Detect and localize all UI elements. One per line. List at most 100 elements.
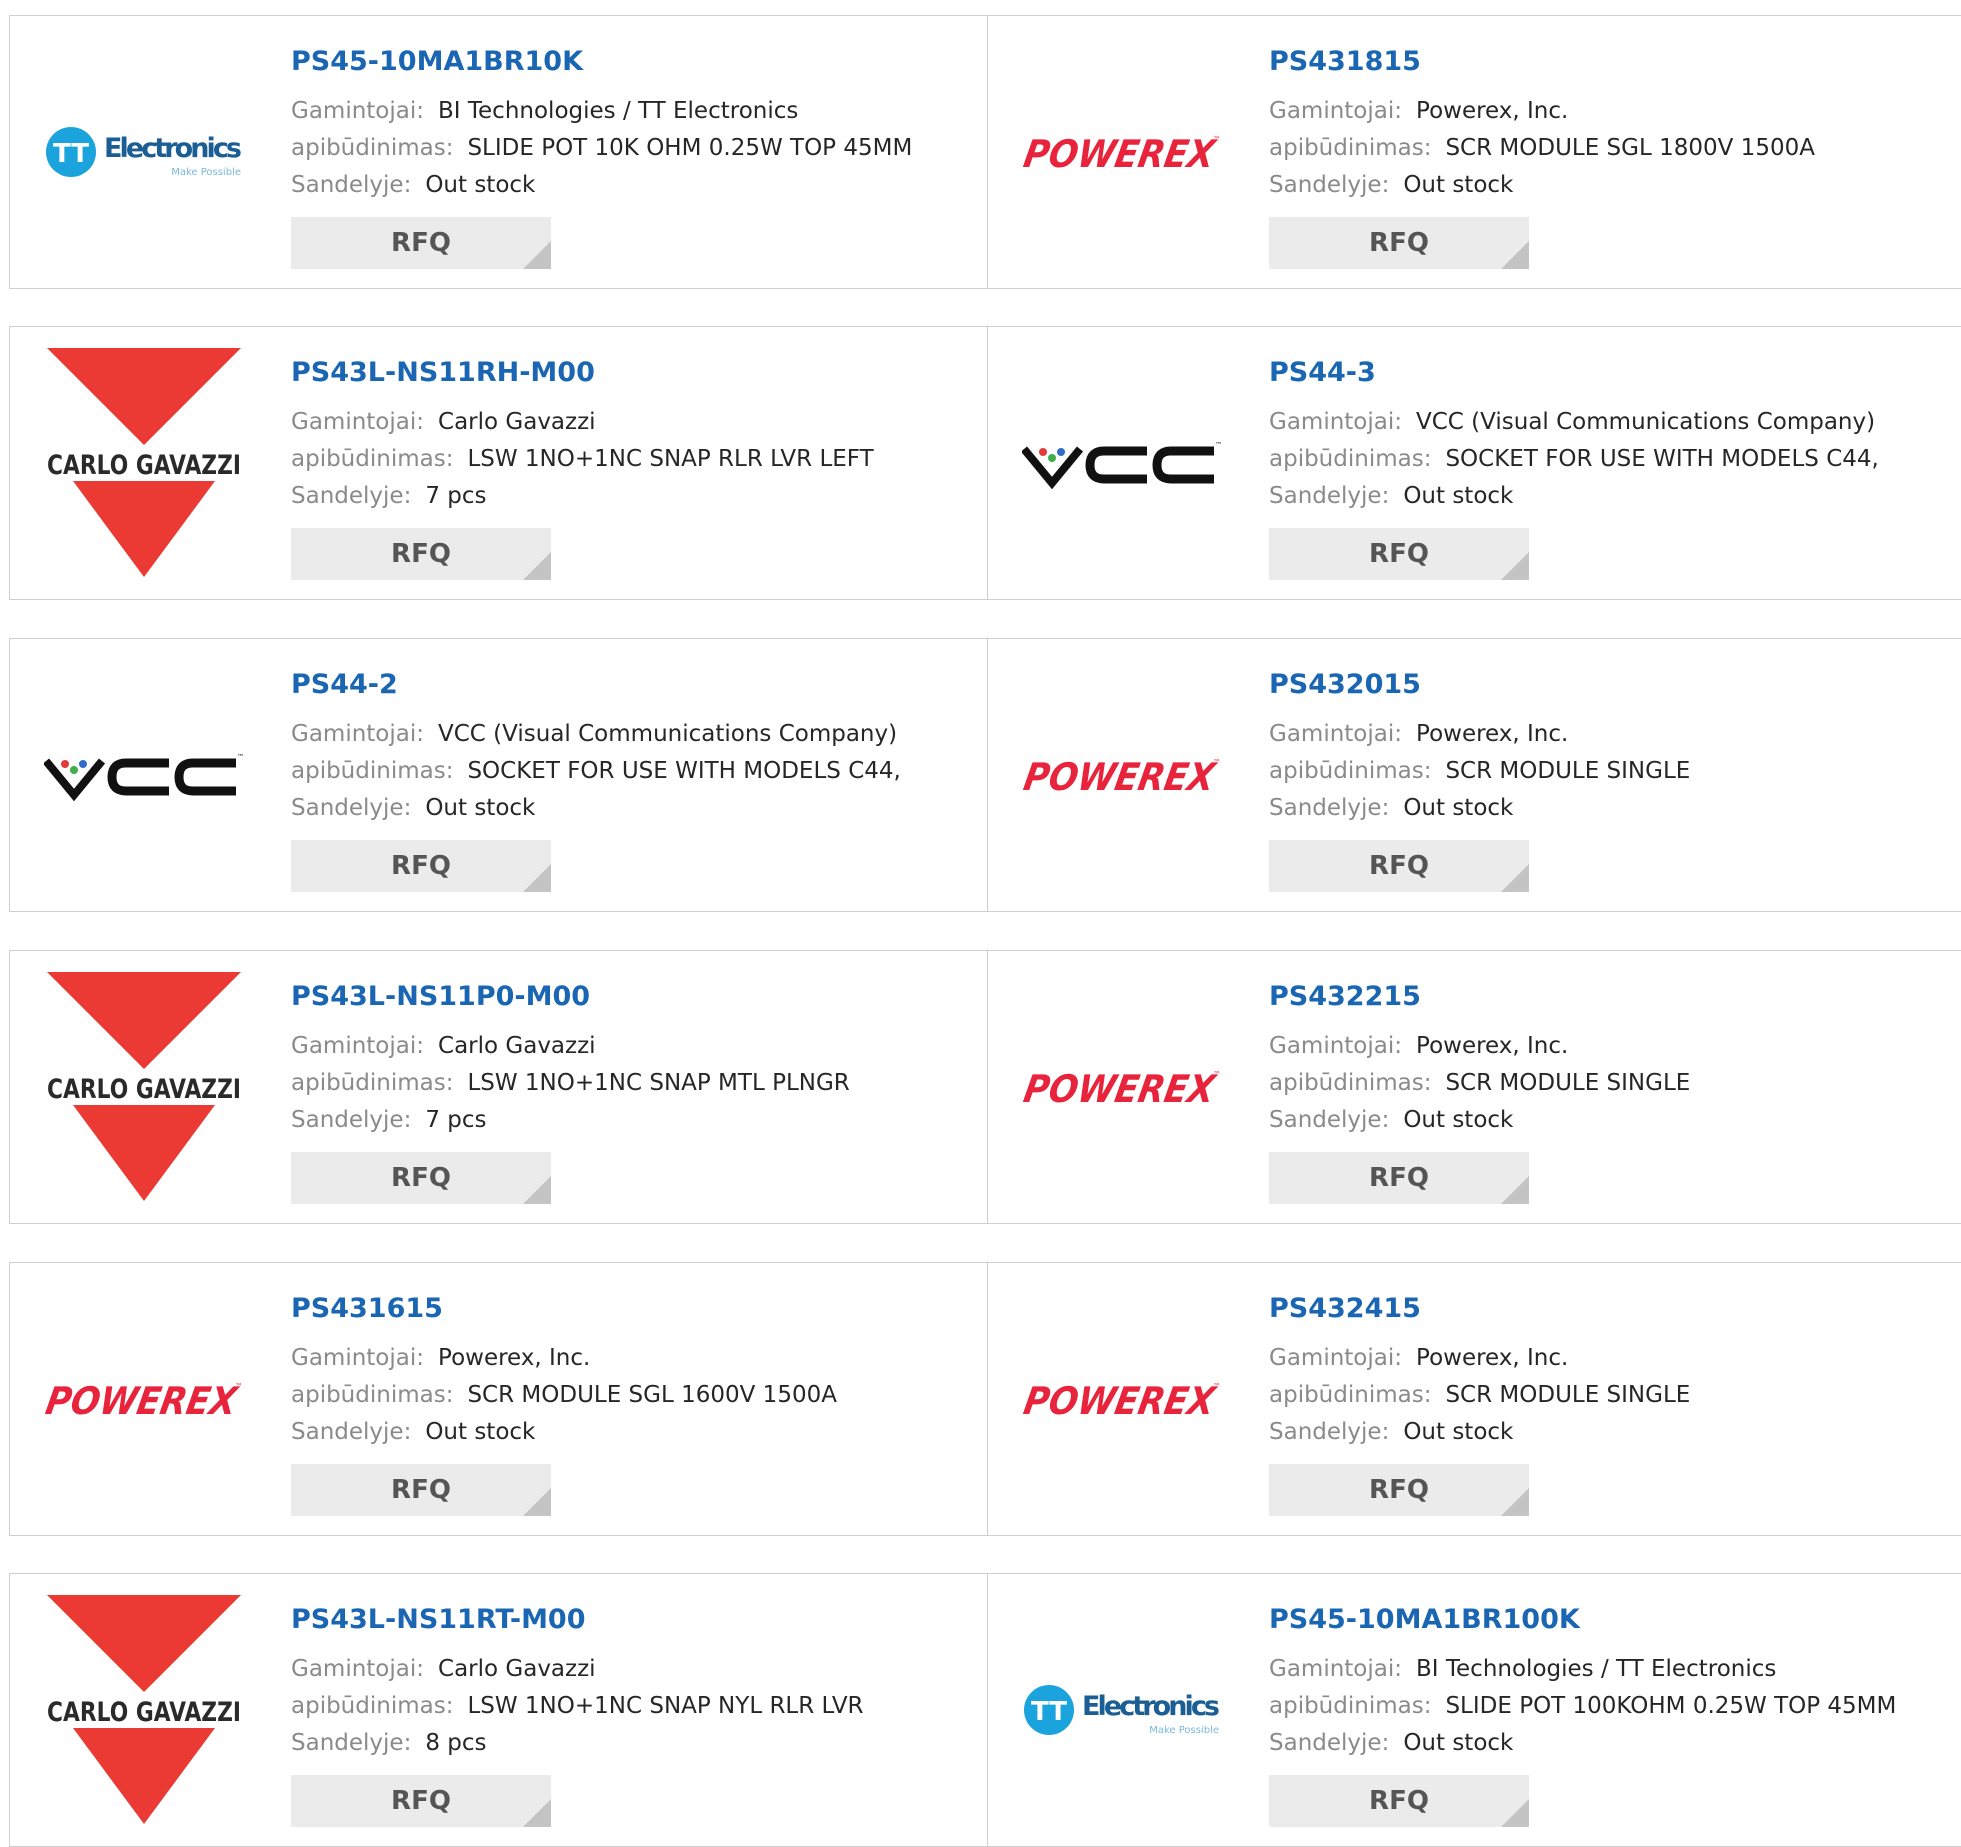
stock-label: Sandelyje: — [291, 1730, 412, 1756]
tt-logo: TT Electronics Make Possible — [44, 34, 244, 270]
product-card: POWEREX ™ PS432415 Gamintojai: Powerex, Inc.… — [988, 1263, 1961, 1535]
product-card: POWEREX ™ PS432015 Gamintojai: Powerex, Inc.… — [988, 639, 1961, 911]
stock-value: 8 pcs — [425, 1730, 487, 1756]
stock-row: Sandelyje: Out stock — [291, 795, 535, 821]
svg-text:POWEREX: POWEREX — [1022, 1379, 1220, 1424]
description-label: apibūdinimas: — [1269, 1382, 1432, 1408]
manufacturer-label: Gamintojai: — [291, 1345, 425, 1371]
part-number-link[interactable]: PS45-10MA1BR100K — [1269, 1604, 1580, 1635]
product-card: POWEREX ™ PS432215 Gamintojai: Powerex, Inc.… — [988, 951, 1961, 1223]
manufacturer-label: Gamintojai: — [1269, 1345, 1403, 1371]
stock-row: Sandelyje: Out stock — [1269, 1419, 1513, 1445]
rfq-label: RFQ — [391, 1475, 451, 1505]
part-number-link[interactable]: PS432015 — [1269, 669, 1421, 700]
corner-triangle-icon — [1501, 1799, 1529, 1827]
stock-row: Sandelyje: 8 pcs — [291, 1730, 487, 1756]
manufacturer-row: Gamintojai: Powerex, Inc. — [1269, 98, 1568, 124]
manufacturer-value: Carlo Gavazzi — [438, 409, 596, 435]
rfq-button[interactable]: RFQ — [1269, 1775, 1529, 1827]
part-number-link[interactable]: PS432415 — [1269, 1293, 1421, 1324]
corner-triangle-icon — [1501, 864, 1529, 892]
manufacturer-label: Gamintojai: — [291, 409, 425, 435]
stock-row: Sandelyje: Out stock — [1269, 172, 1513, 198]
svg-text:CARLO GAVAZZI: CARLO GAVAZZI — [47, 1074, 241, 1105]
carlo-logo: CARLO GAVAZZI — [44, 345, 244, 581]
stock-row: Sandelyje: Out stock — [1269, 1107, 1513, 1133]
part-number-link[interactable]: PS431615 — [291, 1293, 443, 1324]
svg-text:Make Possible: Make Possible — [1149, 1725, 1219, 1736]
description-value: LSW 1NO+1NC SNAP NYL RLR LVR — [467, 1693, 864, 1719]
rfq-button[interactable]: RFQ — [291, 1152, 551, 1204]
product-card: ™ PS44-2 Gamintojai: VCC (Visual Communicat… — [10, 639, 988, 911]
manufacturer-row: Gamintojai: Carlo Gavazzi — [291, 1033, 596, 1059]
corner-triangle-icon — [1501, 1488, 1529, 1516]
rfq-button[interactable]: RFQ — [291, 1464, 551, 1516]
manufacturer-row: Gamintojai: Powerex, Inc. — [1269, 721, 1568, 747]
rfq-button[interactable]: RFQ — [1269, 1152, 1529, 1204]
description-row: apibūdinimas: SCR MODULE SINGLE — [1269, 1070, 1690, 1096]
stock-value: 7 pcs — [425, 483, 487, 509]
rfq-label: RFQ — [1369, 1786, 1429, 1816]
part-number-link[interactable]: PS43L-NS11RT-M00 — [291, 1604, 586, 1635]
powerex-logo: POWEREX ™ — [1022, 969, 1222, 1205]
manufacturer-value: VCC (Visual Communications Company) — [1416, 409, 1876, 435]
rfq-button[interactable]: RFQ — [291, 217, 551, 269]
product-row: POWEREX ™ PS431615 Gamintojai: Powerex, Inc.… — [9, 1262, 1961, 1536]
vcc-logo: ™ — [44, 657, 244, 893]
product-card: TT Electronics Make Possible PS45-10MA1BR10… — [10, 16, 988, 288]
description-label: apibūdinimas: — [1269, 758, 1432, 784]
tt-logo: TT Electronics Make Possible — [1022, 1592, 1222, 1828]
manufacturer-label: Gamintojai: — [1269, 721, 1403, 747]
rfq-button[interactable]: RFQ — [1269, 840, 1529, 892]
part-number-link[interactable]: PS44-3 — [1269, 357, 1376, 388]
description-label: apibūdinimas: — [1269, 135, 1432, 161]
corner-triangle-icon — [523, 1799, 551, 1827]
vcc-logo: ™ — [1022, 345, 1222, 581]
corner-triangle-icon — [523, 1488, 551, 1516]
description-value: SCR MODULE SINGLE — [1445, 1382, 1691, 1408]
product-grid: TT Electronics Make Possible PS45-10MA1BR10… — [0, 0, 1961, 1847]
rfq-button[interactable]: RFQ — [1269, 528, 1529, 580]
svg-text:Make Possible: Make Possible — [171, 167, 241, 178]
carlo-logo: CARLO GAVAZZI — [44, 969, 244, 1205]
stock-value: Out stock — [1403, 172, 1514, 198]
product-row: CARLO GAVAZZI PS43L-NS11RH-M00 Gamintojai:… — [9, 326, 1961, 600]
product-card: CARLO GAVAZZI PS43L-NS11RT-M00 Gamintojai:… — [10, 1574, 988, 1846]
stock-label: Sandelyje: — [1269, 1107, 1390, 1133]
description-value: SOCKET FOR USE WITH MODELS C44, — [1445, 446, 1879, 472]
part-number-link[interactable]: PS45-10MA1BR10K — [291, 46, 583, 77]
stock-row: Sandelyje: Out stock — [291, 1419, 535, 1445]
manufacturer-value: Carlo Gavazzi — [438, 1656, 596, 1682]
svg-text:CARLO GAVAZZI: CARLO GAVAZZI — [47, 1697, 241, 1728]
manufacturer-label: Gamintojai: — [291, 98, 425, 124]
rfq-label: RFQ — [1369, 1475, 1429, 1505]
rfq-button[interactable]: RFQ — [291, 528, 551, 580]
description-label: apibūdinimas: — [291, 1693, 454, 1719]
stock-label: Sandelyje: — [291, 795, 412, 821]
manufacturer-value: Powerex, Inc. — [1416, 98, 1569, 124]
part-number-link[interactable]: PS43L-NS11P0-M00 — [291, 981, 590, 1012]
svg-text:POWEREX: POWEREX — [1022, 755, 1220, 800]
corner-triangle-icon — [1501, 241, 1529, 269]
description-row: apibūdinimas: LSW 1NO+1NC SNAP MTL PLNGR — [291, 1070, 850, 1096]
manufacturer-row: Gamintojai: BI Technologies / TT Electron… — [1269, 1656, 1776, 1682]
description-value: SCR MODULE SINGLE — [1445, 758, 1691, 784]
part-number-link[interactable]: PS43L-NS11RH-M00 — [291, 357, 595, 388]
description-value: LSW 1NO+1NC SNAP RLR LVR LEFT — [467, 446, 874, 472]
rfq-button[interactable]: RFQ — [1269, 217, 1529, 269]
description-row: apibūdinimas: SOCKET FOR USE WITH MODELS … — [291, 758, 901, 784]
product-row: CARLO GAVAZZI PS43L-NS11P0-M00 Gamintojai:… — [9, 950, 1961, 1224]
part-number-link[interactable]: PS431815 — [1269, 46, 1421, 77]
product-row: TT Electronics Make Possible PS45-10MA1BR10… — [9, 15, 1961, 289]
powerex-logo: POWEREX ™ — [1022, 657, 1222, 893]
corner-triangle-icon — [1501, 1176, 1529, 1204]
part-number-link[interactable]: PS44-2 — [291, 669, 398, 700]
rfq-button[interactable]: RFQ — [291, 840, 551, 892]
rfq-button[interactable]: RFQ — [291, 1775, 551, 1827]
stock-value: Out stock — [1403, 483, 1514, 509]
rfq-button[interactable]: RFQ — [1269, 1464, 1529, 1516]
stock-row: Sandelyje: Out stock — [1269, 795, 1513, 821]
stock-label: Sandelyje: — [1269, 1730, 1390, 1756]
part-number-link[interactable]: PS432215 — [1269, 981, 1421, 1012]
description-value: SLIDE POT 10K OHM 0.25W TOP 45MM — [467, 135, 913, 161]
